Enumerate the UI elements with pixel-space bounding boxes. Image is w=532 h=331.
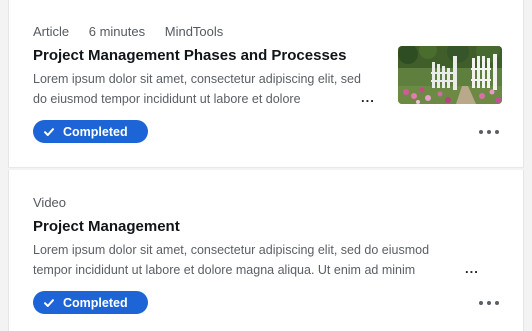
more-horizontal-icon[interactable]	[479, 296, 499, 310]
checkmark-icon	[44, 127, 54, 136]
card-thumbnail[interactable]	[398, 46, 502, 104]
status-label: Completed	[63, 295, 128, 310]
content-type: Video	[33, 195, 67, 210]
card-title[interactable]: Project Management	[33, 218, 180, 235]
content-duration: 6 minutes	[88, 24, 146, 39]
content-card-video[interactable]: Video Project Management Lorem ipsum dol…	[8, 170, 524, 331]
description-truncation: ...	[465, 261, 479, 276]
content-type: Article	[33, 24, 70, 39]
completed-badge: Completed	[33, 120, 148, 143]
content-feed: Article 6 minutes MindTools Project Mana…	[0, 0, 532, 331]
garden-gate-image	[398, 46, 502, 104]
card-meta: Article 6 minutes MindTools	[33, 24, 239, 39]
checkmark-icon	[44, 298, 54, 307]
more-horizontal-icon[interactable]	[479, 125, 499, 139]
content-source: MindTools	[164, 24, 224, 39]
card-description: Lorem ipsum dolor sit amet, consectetur …	[33, 243, 430, 277]
completed-badge: Completed	[33, 291, 148, 314]
card-meta: Video	[33, 195, 82, 210]
content-card-article[interactable]: Article 6 minutes MindTools Project Mana…	[8, 0, 524, 168]
card-title[interactable]: Project Management Phases and Processes	[33, 47, 346, 64]
card-description: Lorem ipsum dolor sit amet, consectetur …	[33, 72, 361, 106]
status-label: Completed	[63, 124, 128, 139]
description-truncation: ...	[361, 90, 375, 105]
